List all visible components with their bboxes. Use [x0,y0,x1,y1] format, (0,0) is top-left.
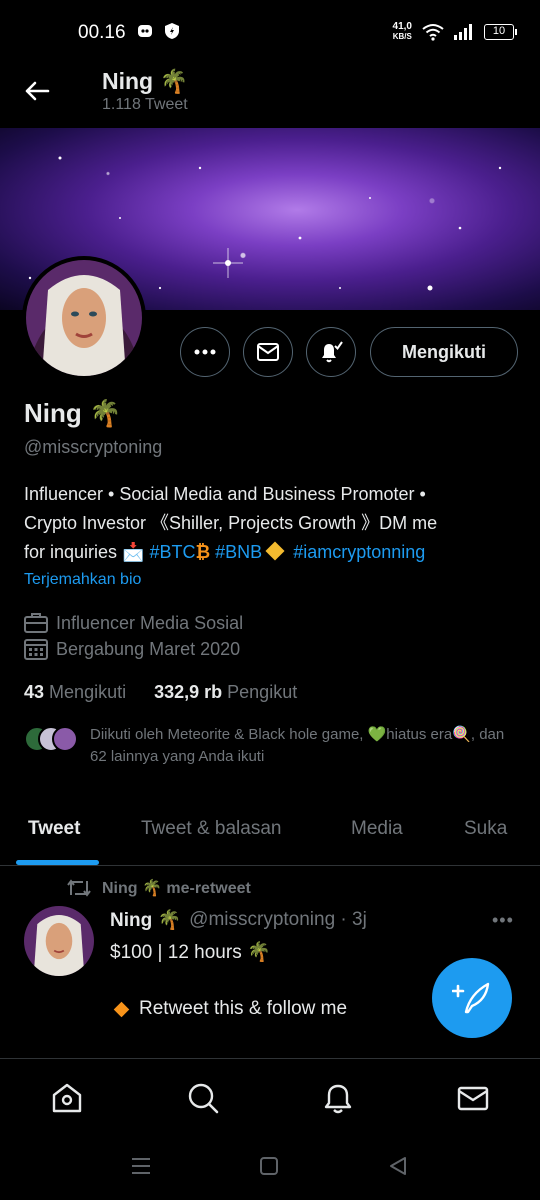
home-square-icon[interactable] [259,1156,279,1176]
tab-likes[interactable]: Suka [464,818,507,840]
following-count: 43 [24,682,45,702]
hashtag-iamcryptonning[interactable]: #iamcryptonning [293,542,425,562]
bio-line-1: Influencer • Social Media and Business P… [24,484,426,504]
compose-tweet-button[interactable] [432,958,512,1038]
bio-line-3-text: for inquiries 📩 [24,542,150,562]
bitcoin-icon: ₿ [195,542,216,562]
network-speed: 41,0 KB/S [393,22,412,42]
shield-icon [165,23,179,39]
tweet-handle-time: @misscryptoning · 3j [189,909,367,930]
following-stat[interactable]: 43 Mengikuti [24,682,126,703]
more-options-button[interactable] [180,327,230,377]
home-icon[interactable] [50,1081,84,1115]
status-notification-icons [136,22,180,40]
retweet-indicator: Ning 🌴 me-retweet [66,878,251,898]
followed-by-avatars [24,726,80,756]
profile-tabs: Tweet Tweet & balasan Media Suka [0,800,540,866]
network-speed-unit: KB/S [392,32,412,41]
message-button[interactable] [243,327,293,377]
system-navigation [0,1136,540,1200]
category-text: Influencer Media Sosial [56,612,244,633]
bio-line-2: Crypto Investor 《Shiller, Projects Growt… [24,513,438,533]
tab-tweet-replies[interactable]: Tweet & balasan [141,818,281,840]
mini-avatar [52,726,78,752]
battery-indicator: 10 [484,24,517,40]
tweet-author-avatar[interactable] [24,906,94,976]
profile-avatar[interactable] [22,256,146,380]
retweet-icon [67,879,91,897]
briefcase-icon [24,613,48,633]
profile-joined: Bergabung Maret 2020 [24,638,240,660]
more-dots-icon [194,349,216,355]
notifications-button[interactable] [306,327,356,377]
status-bar: 00.16 41,0 KB/S 10 [0,0,540,66]
retweet-label: Ning 🌴 me-retweet [102,880,251,897]
profile-bio: Influencer • Social Media and Business P… [24,480,524,567]
follow-stats: 43 Mengikuti 332,9 rb Pengikut [24,682,297,703]
followers-stat[interactable]: 332,9 rb Pengikut [154,682,297,703]
envelope-icon [257,343,279,361]
bottom-navigation [0,1058,540,1136]
messages-envelope-icon[interactable] [456,1081,490,1115]
status-time: 00.16 [78,22,126,43]
network-speed-value: 41,0 [392,21,412,32]
header-name: Ning 🌴 [102,68,189,94]
followers-label: Pengikut [227,682,298,702]
search-icon[interactable] [186,1081,220,1115]
bio-line-3: for inquiries 📩 #BTC₿ #BNB #iamcryptonni… [24,538,524,567]
recent-apps-icon[interactable] [130,1156,152,1176]
following-button[interactable]: Mengikuti [370,327,518,377]
wifi-icon [422,24,444,41]
profile-category: Influencer Media Sosial [24,612,243,634]
bnb-icon [265,541,285,561]
translate-bio-link[interactable]: Terjemahkan bio [24,571,141,589]
followed-by-row[interactable]: Diikuti oleh Meteorite & Black hole game… [24,724,510,768]
status-right-icons: 41,0 KB/S 10 [393,22,517,42]
tab-tweet[interactable]: Tweet [28,818,80,840]
app-notification-icon [138,25,152,37]
back-triangle-icon[interactable] [388,1156,408,1176]
tweet-more-button[interactable]: ••• [492,910,514,931]
followers-count: 332,9 rb [154,682,223,702]
profile-handle: @misscryptoning [24,437,163,457]
feather-plus-icon [452,982,490,1014]
joined-text: Bergabung Maret 2020 [56,638,241,659]
followed-by-text: Diikuti oleh Meteorite & Black hole game… [90,726,505,765]
active-tab-indicator [16,860,99,865]
tweet-text-line-2: Retweet this & follow me [113,998,348,1020]
tweet-text-line-1: $100 | 12 hours 🌴 [110,942,271,963]
bell-check-icon [322,341,343,363]
profile-name: Ning 🌴 [24,398,122,428]
calendar-icon [24,639,48,660]
header-tweet-count: 1.118 Tweet [102,96,188,113]
hashtag-btc[interactable]: #BTC [149,542,195,562]
orange-diamond-icon [113,1001,130,1017]
tab-media[interactable]: Media [351,818,403,840]
tweet-header: Ning 🌴 @misscryptoning · 3j [110,908,367,932]
tweet-author-name[interactable]: Ning 🌴 [110,908,181,932]
hashtag-bnb[interactable]: #BNB [215,542,262,562]
signal-icon [454,24,472,40]
tweet-text-line-2-text: Retweet this & follow me [139,998,348,1019]
back-arrow-icon[interactable] [22,76,52,106]
notifications-bell-icon[interactable] [321,1081,355,1115]
following-label: Mengikuti [49,682,127,702]
